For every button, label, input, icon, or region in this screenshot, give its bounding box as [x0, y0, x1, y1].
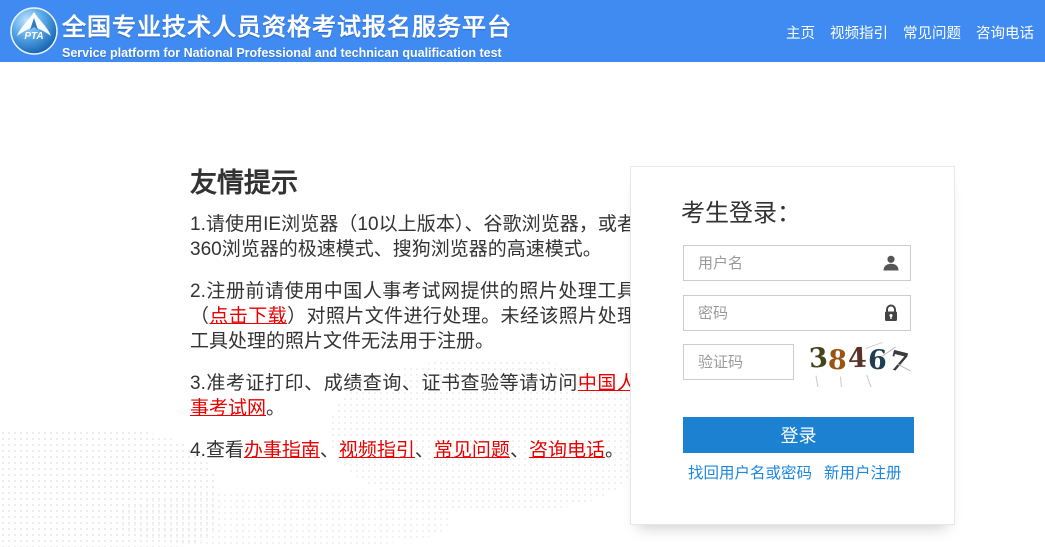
site-title-block: 全国专业技术人员资格考试报名服务平台 Service platform for … [62, 7, 512, 60]
login-button[interactable]: 登录 [683, 417, 914, 453]
tip-3-text-before: 3.准考证打印、成绩查询、证书查验等请访问 [190, 373, 578, 394]
top-nav: 主页 视频指引 常见问题 咨询电话 [786, 22, 1034, 43]
captcha-digit: 3 [807, 342, 829, 375]
nav-home-link[interactable]: 主页 [786, 22, 815, 43]
nav-faq-link[interactable]: 常见问题 [903, 22, 961, 43]
header-bar: PTA 全国专业技术人员资格考试报名服务平台 Service platform … [0, 0, 1045, 62]
pta-logo-text: PTA [24, 31, 43, 42]
captcha-digit: 6 [867, 344, 888, 377]
background-map-dots [0, 430, 215, 547]
download-photo-tool-link[interactable]: 点击下载 [209, 306, 287, 327]
tip-4-sep: 、 [319, 440, 339, 461]
new-user-register-link[interactable]: 新用户注册 [824, 461, 902, 483]
tip-4-sep: 、 [509, 440, 529, 461]
nav-video-guide-link[interactable]: 视频指引 [830, 22, 888, 43]
login-heading: 考生登录： [681, 200, 801, 227]
captcha-digit: 4 [847, 342, 868, 375]
background-map-dots [120, 492, 450, 547]
tip-3-text-after: 。 [266, 398, 286, 419]
tip-item-1: 1.请使用IE浏览器（10以上版本）、谷歌浏览器，或者360浏览器的极速模式、搜… [190, 212, 636, 262]
video-guide-link[interactable]: 视频指引 [339, 440, 415, 461]
tip-4-text-after: 。 [604, 440, 624, 461]
captcha-digit: 7 [885, 345, 911, 380]
tip-item-2: 2.注册前请使用中国人事考试网提供的照片处理工具（点击下载）对照片文件进行处理。… [190, 279, 636, 354]
tip-4-text-before: 4.查看 [190, 440, 244, 461]
password-input[interactable] [683, 295, 911, 331]
phone-link[interactable]: 咨询电话 [529, 440, 605, 461]
site-title: 全国专业技术人员资格考试报名服务平台 [62, 14, 512, 41]
tip-4-sep: 、 [414, 440, 434, 461]
username-field-wrap [683, 245, 911, 281]
captcha-input[interactable] [683, 344, 794, 380]
login-links-row: 找回用户名或密码 新用户注册 [688, 461, 928, 483]
tip-item-3: 3.准考证打印、成绩查询、证书查验等请访问中国人事考试网。 [190, 371, 636, 421]
captcha-field-wrap [683, 344, 794, 380]
nav-phone-link[interactable]: 咨询电话 [976, 22, 1034, 43]
tip-1-text: 1.请使用IE浏览器（10以上版本）、谷歌浏览器，或者360浏览器的极速模式、搜… [190, 214, 636, 260]
tip-item-4: 4.查看办事指南、视频指引、常见问题、咨询电话。 [190, 438, 636, 463]
tips-heading: 友情提示 [190, 168, 298, 198]
friendly-tips-section: 友情提示 1.请使用IE浏览器（10以上版本）、谷歌浏览器，或者360浏览器的极… [190, 168, 636, 480]
username-input[interactable] [683, 245, 911, 281]
faq-link[interactable]: 常见问题 [434, 440, 510, 461]
forgot-credentials-link[interactable]: 找回用户名或密码 [688, 465, 812, 482]
login-panel: 考生登录： 3 8 4 6 7 登录 找回用户名或密码 新用户注册 [630, 166, 955, 525]
captcha-digit: 8 [827, 344, 848, 377]
password-field-wrap [683, 295, 911, 331]
pta-logo-icon: PTA [10, 7, 58, 55]
site-subtitle: Service platform for National Profession… [62, 46, 502, 60]
captcha-image[interactable]: 3 8 4 6 7 [807, 337, 911, 387]
service-guide-link[interactable]: 办事指南 [244, 440, 320, 461]
